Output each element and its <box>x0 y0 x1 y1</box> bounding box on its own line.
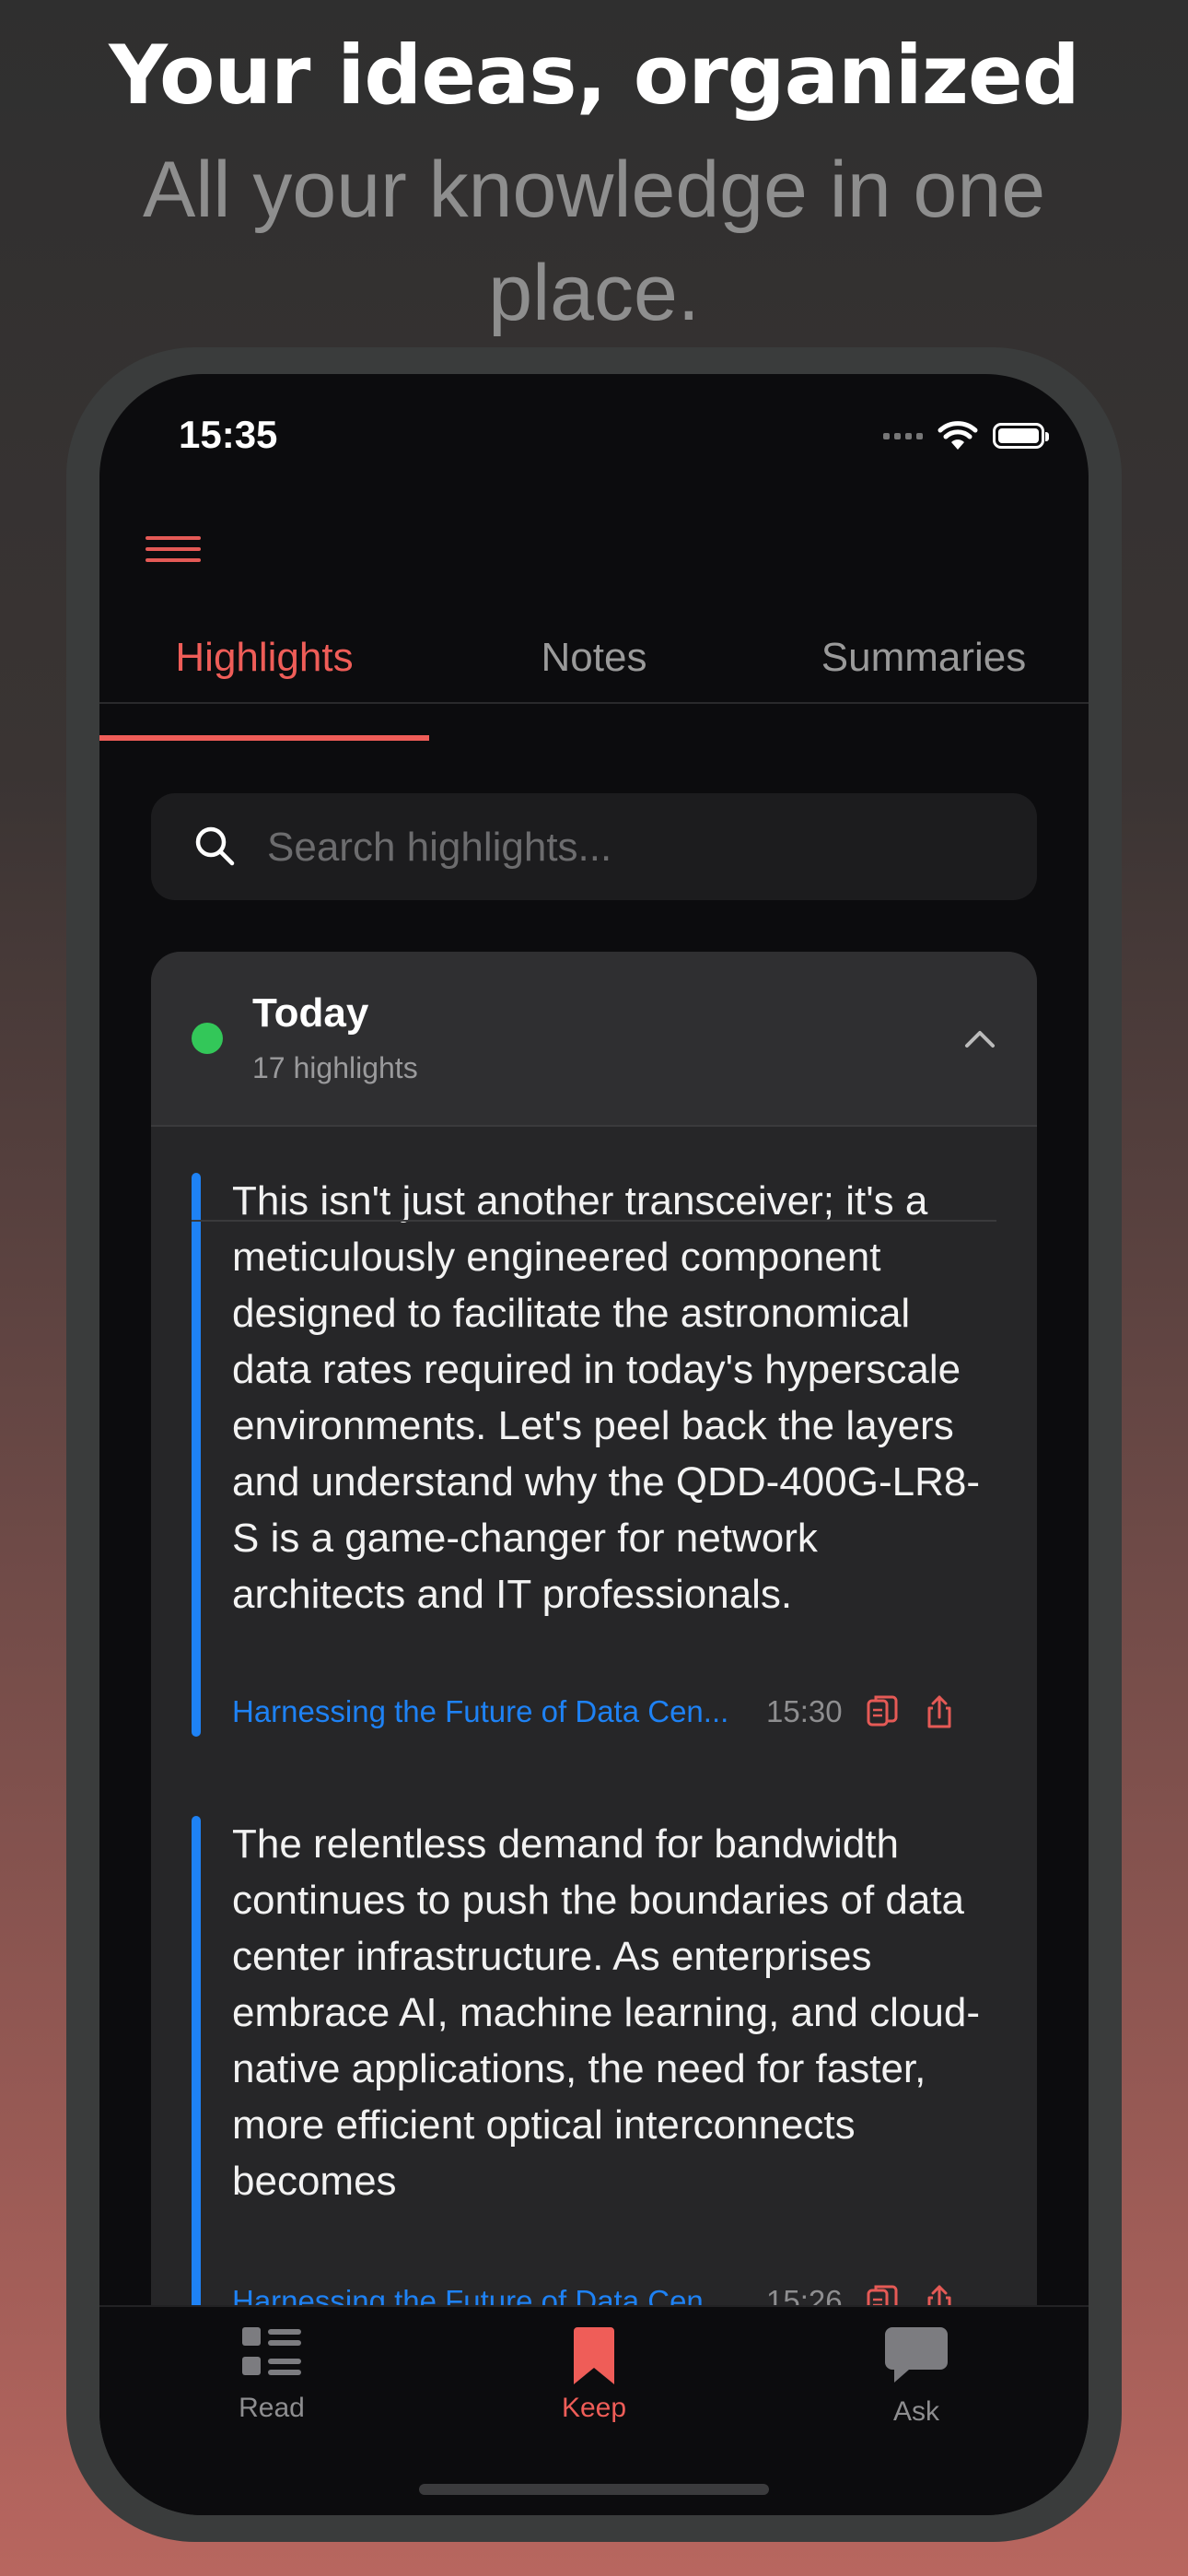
nav-keep-label: Keep <box>561 2393 627 2423</box>
marketing-headline: Your ideas, organized <box>109 28 1079 123</box>
search-icon <box>195 826 235 866</box>
home-indicator <box>419 2484 769 2495</box>
nav-read-label: Read <box>239 2393 305 2423</box>
search-bar[interactable] <box>151 793 1037 902</box>
wifi-icon <box>938 421 978 450</box>
highlight-item[interactable]: This isn't just another transceiver; it'… <box>192 1173 996 1762</box>
highlight-text: This isn't just another transceiver; it'… <box>232 1178 980 1617</box>
cellular-signal-icon <box>883 432 923 439</box>
tab-notes[interactable]: Notes <box>429 614 759 702</box>
tab-summaries[interactable]: Summaries <box>759 614 1089 702</box>
group-title: Today <box>252 990 369 1036</box>
highlight-color-bar <box>192 1173 201 1737</box>
divider <box>192 1220 996 1222</box>
highlight-time: 15:30 <box>766 1694 843 1728</box>
nav-ask[interactable]: Ask <box>824 2325 1008 2428</box>
highlight-color-bar <box>192 1816 201 2332</box>
battery-icon <box>993 423 1049 449</box>
nav-read[interactable]: Read <box>180 2325 364 2424</box>
hamburger-menu-icon[interactable] <box>146 531 201 568</box>
search-input[interactable] <box>265 793 1024 902</box>
list-icon <box>242 2327 301 2375</box>
copy-icon[interactable] <box>865 1693 900 1730</box>
nav-keep[interactable]: Keep <box>502 2325 686 2424</box>
highlight-item[interactable]: The relentless demand for bandwidth cont… <box>192 1816 996 2332</box>
highlight-source-link[interactable]: Harnessing the Future of Data Cen... <box>232 1694 748 1729</box>
active-tab-indicator <box>99 735 429 741</box>
marketing-subheadline: All your knowledge in one place. <box>142 146 1046 337</box>
highlight-text: The relentless demand for bandwidth cont… <box>232 1821 981 2204</box>
status-dot <box>192 1023 223 1054</box>
highlight-meta: Harnessing the Future of Data Cen... 15:… <box>232 1689 996 1735</box>
bookmark-icon <box>574 2327 614 2384</box>
chat-bubble-icon <box>885 2327 948 2383</box>
tab-bar: Highlights Notes Summaries <box>99 614 1089 704</box>
app-screen: 15:35 Highlights Notes Summaries Today 1… <box>99 374 1089 2515</box>
share-icon[interactable] <box>922 1693 957 1730</box>
chevron-up-icon[interactable] <box>963 1025 996 1051</box>
highlights-group-card: Today 17 highlights This isn't just anot… <box>151 952 1037 2515</box>
tab-highlights[interactable]: Highlights <box>99 614 429 702</box>
group-count: 17 highlights <box>252 1051 418 1084</box>
group-header[interactable]: Today 17 highlights <box>151 952 1037 1127</box>
status-time: 15:35 <box>179 413 278 456</box>
nav-ask-label: Ask <box>892 2396 939 2427</box>
status-icons <box>883 420 1049 451</box>
